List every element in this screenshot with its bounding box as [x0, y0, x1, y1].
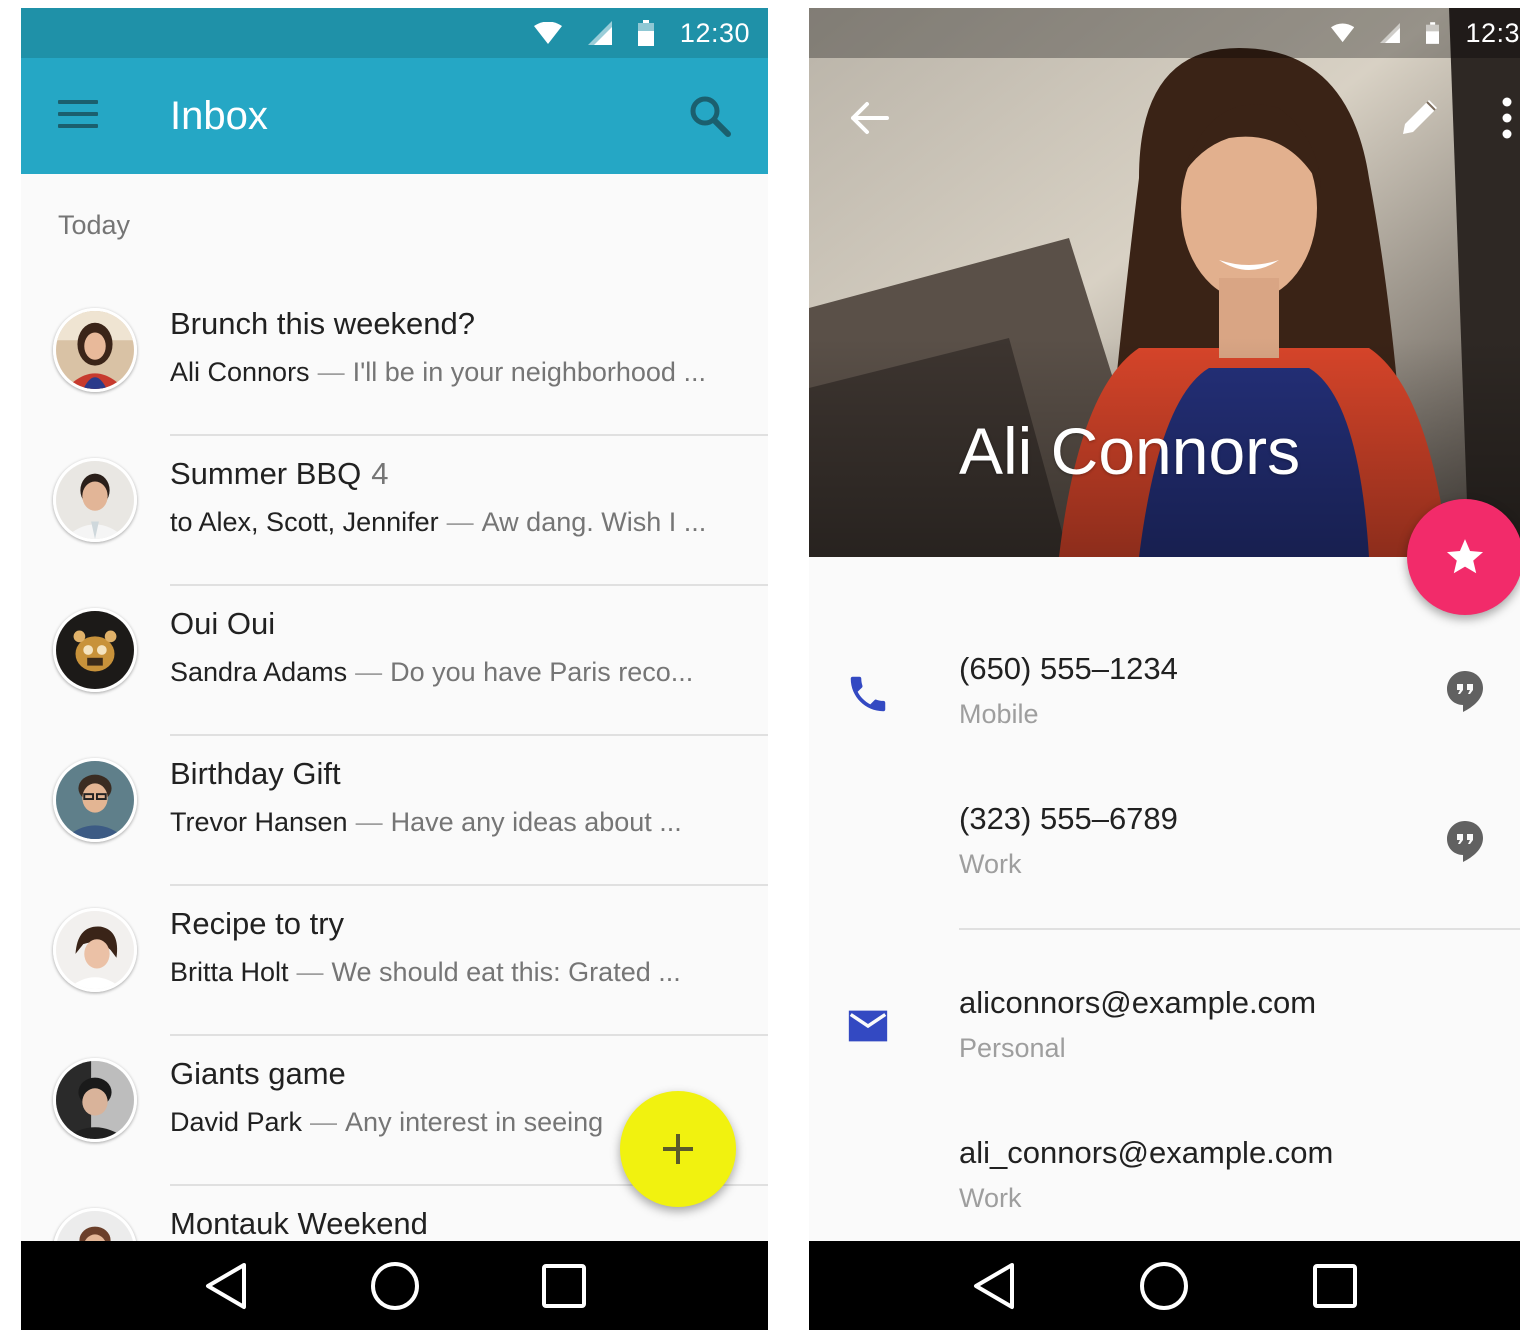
battery-icon	[1426, 22, 1440, 44]
nav-recents-icon[interactable]	[1305, 1256, 1365, 1316]
contact-screen: 12:3 Ali Connors (650) 555–1234 Mobile (…	[809, 8, 1520, 1330]
email-row-personal[interactable]: aliconnors@example.com Personal	[809, 985, 1520, 1135]
app-bar: Inbox	[21, 58, 768, 174]
phone-number: (323) 555–6789	[959, 801, 1178, 836]
status-bar: 12:30	[21, 8, 768, 58]
plus-icon	[663, 1134, 693, 1164]
phone-type: Work	[959, 849, 1022, 879]
nav-back-icon[interactable]	[196, 1256, 256, 1316]
message-snippet: Sandra Adams — Do you have Paris reco...	[170, 657, 694, 687]
wifi-icon	[1331, 23, 1355, 43]
message-snippet: to Alex, Scott, Jennifer — Aw dang. Wish I…	[170, 507, 707, 537]
favorite-button[interactable]	[1407, 499, 1520, 615]
more-vert-icon[interactable]	[1499, 96, 1515, 140]
email-type: Personal	[959, 1033, 1066, 1063]
message-subject: Oui Oui	[170, 606, 276, 641]
message-subject: Summer BBQ 4	[170, 456, 389, 491]
message-subject: Giants game	[170, 1056, 346, 1091]
email-address: aliconnors@example.com	[959, 985, 1317, 1020]
phone-row-mobile[interactable]: (650) 555–1234 Mobile	[809, 651, 1520, 801]
cell-signal-icon	[587, 21, 612, 45]
status-bar: 12:3	[809, 8, 1520, 58]
compose-button[interactable]	[620, 1091, 736, 1207]
contact-name: Ali Connors	[959, 414, 1301, 488]
status-time: 12:30	[679, 17, 750, 48]
navigation-bar	[809, 1241, 1520, 1330]
navigation-bar	[21, 1241, 768, 1330]
avatar	[53, 308, 137, 392]
hangouts-icon[interactable]	[1445, 819, 1485, 863]
avatar	[53, 908, 137, 992]
list-item[interactable]: Summer BBQ 4 to Alex, Scott, Jennifer — Aw …	[21, 436, 768, 586]
message-subject: Birthday Gift	[170, 756, 341, 791]
message-snippet: Ali Connors — I'll be in your neighborhood…	[170, 357, 706, 387]
contact-header: 12:3 Ali Connors	[809, 8, 1520, 557]
nav-back-icon[interactable]	[964, 1256, 1024, 1316]
page-title: Inbox	[170, 94, 268, 138]
message-snippet: Britta Holt — We should eat this: Grated .…	[170, 957, 681, 987]
avatar	[53, 758, 137, 842]
list-item[interactable]: Brunch this weekend? Ali Connors — I'll be…	[21, 286, 768, 436]
list-item[interactable]: Birthday Gift Trevor Hansen — Have any ide…	[21, 736, 768, 886]
nav-recents-icon[interactable]	[534, 1256, 594, 1316]
email-icon	[848, 1010, 888, 1042]
nav-home-icon[interactable]	[365, 1256, 425, 1316]
phone-type: Mobile	[959, 699, 1039, 729]
message-subject: Recipe to try	[170, 906, 345, 941]
email-address: ali_connors@example.com	[959, 1135, 1334, 1170]
avatar	[53, 608, 137, 692]
nav-home-icon[interactable]	[1134, 1256, 1194, 1316]
avatar	[53, 1058, 137, 1142]
cell-signal-icon	[1380, 23, 1401, 43]
message-subject: Montauk Weekend	[170, 1206, 428, 1241]
inbox-screen: 12:30 Inbox Today Brunch this weekend? A…	[21, 8, 768, 1330]
search-icon[interactable]	[688, 94, 732, 138]
phone-number: (650) 555–1234	[959, 651, 1178, 686]
wifi-icon	[533, 22, 562, 44]
menu-icon[interactable]	[58, 98, 100, 134]
avatar	[53, 458, 137, 542]
email-type: Work	[959, 1183, 1022, 1213]
message-subject: Brunch this weekend?	[170, 306, 476, 341]
phone-icon	[850, 676, 886, 712]
divider	[959, 928, 1520, 930]
edit-pencil-icon[interactable]	[1397, 94, 1443, 140]
star-icon	[1446, 539, 1484, 574]
hangouts-icon[interactable]	[1445, 669, 1485, 713]
message-snippet: Trevor Hansen — Have any ideas about ...	[170, 807, 682, 837]
back-arrow-icon[interactable]	[847, 96, 891, 140]
status-time: 12:3	[1465, 17, 1520, 48]
battery-icon	[637, 20, 654, 46]
list-item[interactable]: Recipe to try Britta Holt — We should eat …	[21, 886, 768, 1036]
section-label-today: Today	[58, 210, 131, 240]
list-item[interactable]: Oui Oui Sandra Adams — Do you have Paris r…	[21, 586, 768, 736]
